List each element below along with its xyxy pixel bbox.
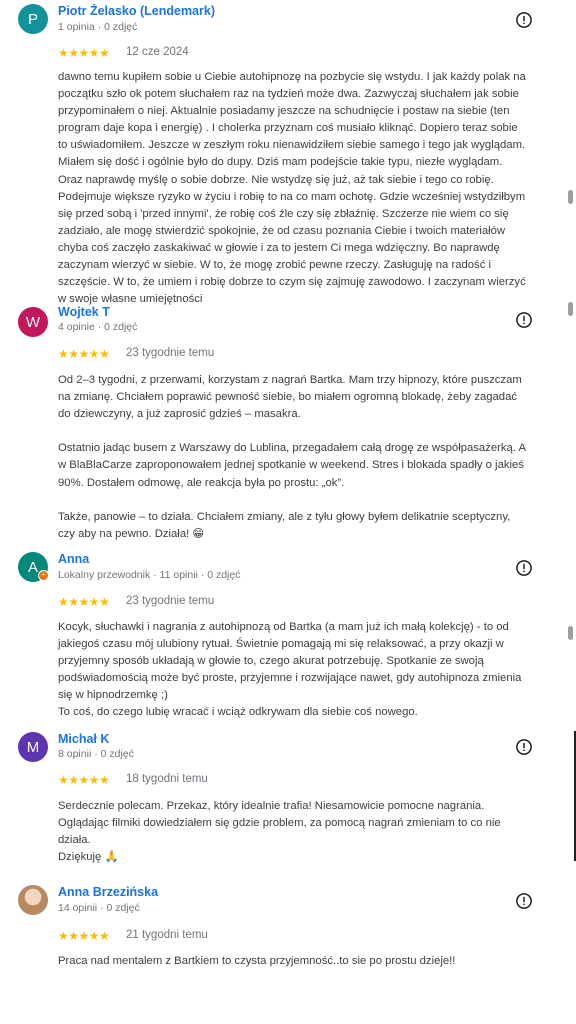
review-text: Od 2–3 tygodni, z przerwami, korzystam z…	[58, 374, 526, 540]
reviewer-meta: 1 opinia · 0 zdjęć	[58, 21, 138, 33]
review-text: dawno temu kupiłem sobie u Ciebie autohi…	[58, 71, 529, 306]
star-rating: ★★★★★	[58, 595, 110, 609]
scrollbar-thumb[interactable]	[568, 626, 573, 640]
avatar[interactable]: P	[18, 4, 48, 34]
reviewer-name[interactable]: Piotr Żelasko (Lendemark)	[58, 4, 215, 18]
reviewer-name[interactable]: Michał K	[58, 732, 109, 746]
review-date: 23 tygodnie temu	[126, 347, 215, 359]
avatar[interactable]	[18, 885, 48, 915]
reviewer-name[interactable]: Wojtek T	[58, 305, 110, 319]
review-date: 23 tygodnie temu	[126, 595, 215, 607]
avatar[interactable]: W	[18, 307, 48, 337]
reviewer-name[interactable]: Anna Brzezińska	[58, 885, 158, 899]
review-date: 12 cze 2024	[126, 46, 189, 58]
report-icon[interactable]	[515, 738, 533, 756]
star-rating: ★★★★★	[58, 929, 110, 943]
review-card: M Michał K 8 opinii · 0 zdjęć ★★★★★ 18 t…	[0, 728, 560, 878]
review-date: 18 tygodni temu	[126, 773, 208, 785]
local-guide-badge-icon: +	[38, 570, 49, 581]
reviewer-name[interactable]: Anna	[58, 552, 89, 566]
scrollbar-thumb[interactable]	[568, 302, 573, 316]
review-date: 21 tygodni temu	[126, 929, 208, 941]
star-rating: ★★★★★	[58, 347, 110, 361]
report-icon[interactable]	[515, 559, 533, 577]
review-card: W Wojtek T 4 opinie · 0 zdjęć ★★★★★ 23 t…	[0, 300, 560, 545]
review-card: Anna Brzezińska 14 opinii · 0 zdjęć ★★★★…	[0, 883, 560, 983]
star-rating: ★★★★★	[58, 46, 110, 60]
report-icon[interactable]	[515, 11, 533, 29]
review-card: A + Anna Lokalny przewodnik · 11 opinii …	[0, 548, 560, 723]
reviewer-meta: 8 opinii · 0 zdjęć	[58, 748, 134, 760]
avatar[interactable]: M	[18, 732, 48, 762]
report-icon[interactable]	[515, 311, 533, 329]
review-text: Praca nad mentalem z Bartkiem to czysta …	[58, 955, 456, 967]
reviewer-meta: 4 opinie · 0 zdjęć	[58, 321, 138, 333]
reviewer-meta: Lokalny przewodnik · 11 opinii · 0 zdjęć	[58, 569, 241, 581]
star-rating: ★★★★★	[58, 773, 110, 787]
review-text: Kocyk, słuchawki i nagrania z autohipnoz…	[58, 621, 522, 719]
report-icon[interactable]	[515, 892, 533, 910]
scrollbar-thumb[interactable]	[568, 190, 573, 204]
reviewer-meta: 14 opinii · 0 zdjęć	[58, 902, 140, 914]
review-card: P Piotr Żelasko (Lendemark) 1 opinia · 0…	[0, 0, 560, 305]
review-text: Serdecznie polecam. Przekaz, który ideal…	[58, 800, 501, 864]
